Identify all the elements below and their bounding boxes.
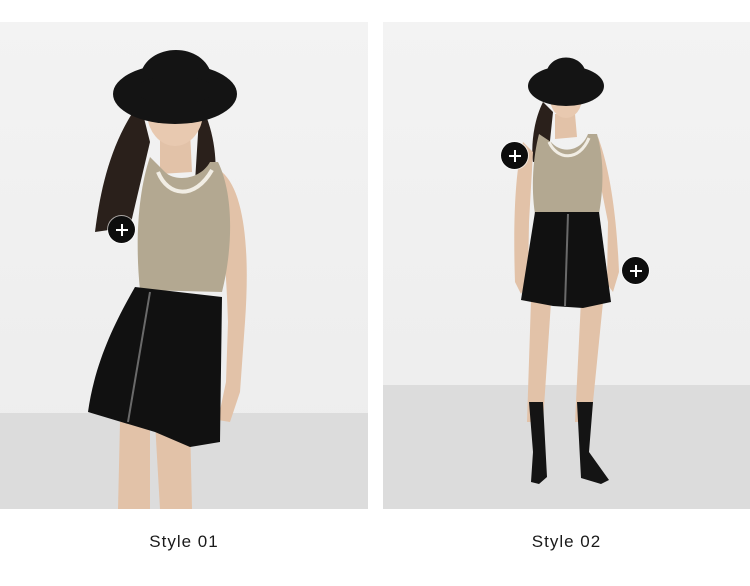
plus-icon[interactable]: [501, 142, 528, 169]
look-photo-style-02: [383, 22, 750, 509]
plus-icon[interactable]: [108, 216, 135, 243]
look-photo-style-01: [0, 22, 368, 509]
caption-style-01: Style 01: [149, 532, 219, 551]
look-card-style-02[interactable]: [383, 22, 750, 509]
model-figure: [88, 49, 247, 509]
look-card-style-01[interactable]: [0, 22, 368, 509]
model-figure: [514, 57, 619, 484]
caption-style-02: Style 02: [531, 532, 602, 551]
plus-icon[interactable]: [622, 257, 649, 284]
